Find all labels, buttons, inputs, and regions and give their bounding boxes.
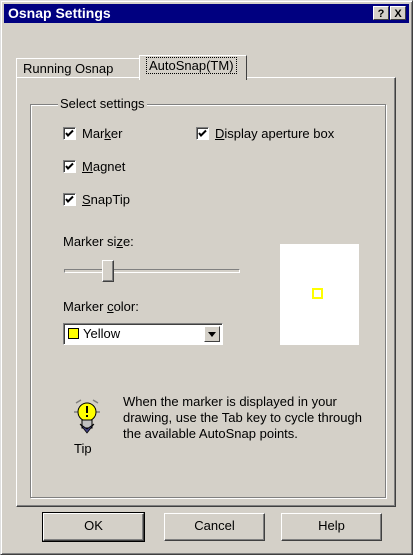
marker-color-select[interactable]: Yellow xyxy=(63,323,223,345)
cancel-button[interactable]: Cancel xyxy=(164,513,265,541)
tab-autosnap[interactable]: AutoSnap(TM) xyxy=(139,55,247,80)
magnet-checkbox-label: Magnet xyxy=(82,159,126,174)
snaptip-checkbox[interactable]: SnapTip xyxy=(63,192,130,207)
checkmark-icon xyxy=(198,129,207,137)
marker-color-value: Yellow xyxy=(83,326,121,341)
marker-size-slider-thumb[interactable] xyxy=(101,260,114,282)
marker-checkbox-label: Marker xyxy=(82,126,123,141)
aperture-checkbox-box[interactable] xyxy=(196,127,209,140)
color-swatch xyxy=(68,328,79,339)
checkmark-icon xyxy=(65,162,74,170)
title-bar[interactable]: Osnap Settings ? X xyxy=(4,4,409,23)
marker-color-label: Marker color: xyxy=(63,299,139,314)
osnap-settings-dialog: Osnap Settings ? X Running Osnap AutoSna… xyxy=(0,0,413,555)
marker-checkbox[interactable]: Marker xyxy=(63,126,122,141)
close-title-button[interactable]: X xyxy=(390,6,406,20)
checkmark-icon xyxy=(65,129,74,137)
help-title-button[interactable]: ? xyxy=(373,6,389,20)
marker-checkbox-box[interactable] xyxy=(63,127,76,140)
tab-autosnap-label: AutoSnap(TM) xyxy=(146,57,237,74)
group-label: Select settings xyxy=(58,96,147,111)
display-aperture-box-checkbox[interactable]: Display aperture box xyxy=(196,126,334,141)
magnet-checkbox-box[interactable] xyxy=(63,160,76,173)
dropdown-arrow-button[interactable] xyxy=(204,326,220,342)
marker-size-label: Marker size: xyxy=(63,234,134,249)
tip-label: Tip xyxy=(74,441,92,456)
marker-preview xyxy=(280,244,359,345)
chevron-down-icon xyxy=(208,332,216,337)
ok-button[interactable]: OK xyxy=(42,512,145,542)
tip-text: When the marker is displayed in your dra… xyxy=(123,394,362,441)
marker-size-slider-track[interactable] xyxy=(64,269,240,273)
aperture-checkbox-label: Display aperture box xyxy=(215,126,335,141)
window-title: Osnap Settings xyxy=(8,5,111,21)
checkmark-icon xyxy=(65,195,74,203)
magnet-checkbox[interactable]: Magnet xyxy=(63,159,125,174)
tab-running-osnap-label: Running Osnap xyxy=(23,61,114,76)
marker-preview-square xyxy=(312,288,323,299)
help-button[interactable]: Help xyxy=(281,513,382,541)
snaptip-checkbox-box[interactable] xyxy=(63,193,76,206)
snaptip-checkbox-label: SnapTip xyxy=(82,192,130,207)
lightbulb-icon xyxy=(71,398,103,438)
